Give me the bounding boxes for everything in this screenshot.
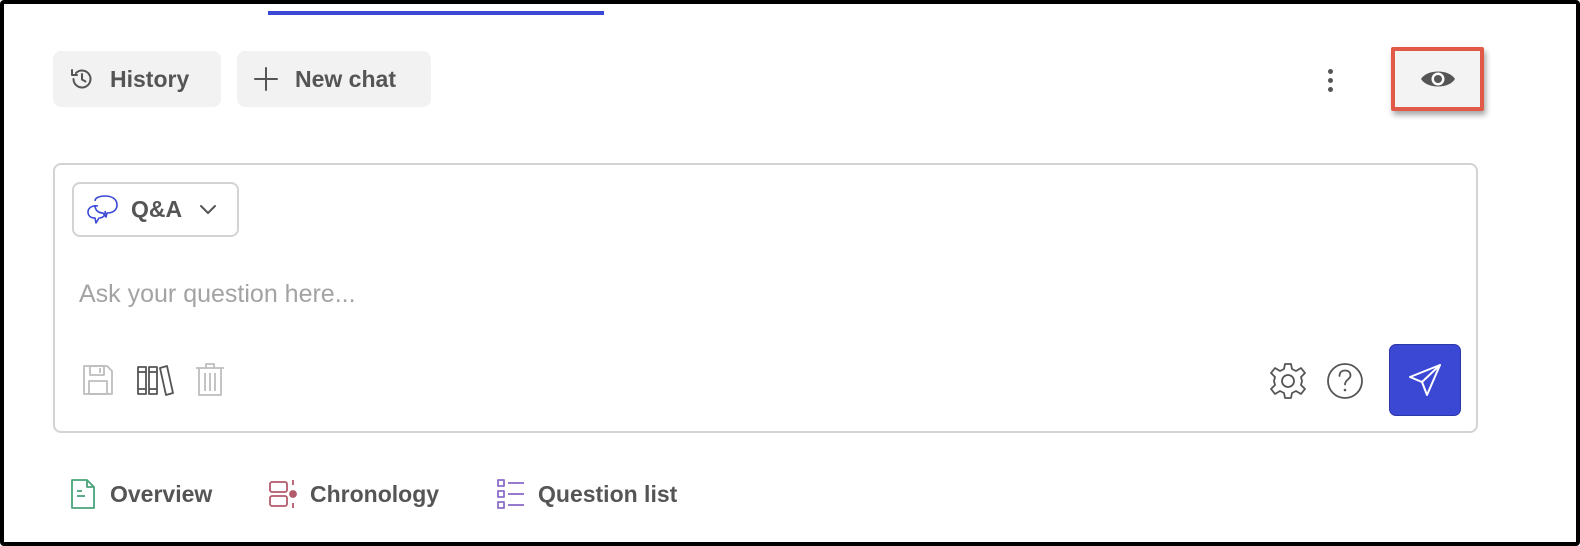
new-chat-button[interactable]: New chat xyxy=(237,51,431,107)
document-icon xyxy=(68,478,98,510)
tab-chronology-label: Chronology xyxy=(310,480,440,507)
save-icon[interactable] xyxy=(81,363,115,397)
preview-toggle-button[interactable] xyxy=(1391,47,1484,111)
chevron-down-icon xyxy=(198,200,218,220)
send-icon xyxy=(1408,363,1442,397)
question-input[interactable] xyxy=(79,275,1439,313)
new-chat-label: New chat xyxy=(295,65,396,92)
chat-bubbles-icon xyxy=(86,194,120,225)
history-button[interactable]: History xyxy=(53,51,221,107)
tab-overview[interactable]: Overview xyxy=(68,474,212,514)
timeline-icon xyxy=(268,478,298,510)
more-options-icon[interactable] xyxy=(1318,64,1342,96)
eye-icon xyxy=(1420,67,1456,91)
help-icon[interactable] xyxy=(1325,361,1365,401)
chat-composer: Q&A xyxy=(53,163,1478,433)
history-icon xyxy=(69,66,95,92)
checklist-icon xyxy=(496,478,526,510)
trash-icon[interactable] xyxy=(194,362,226,397)
send-button[interactable] xyxy=(1389,344,1461,416)
history-label: History xyxy=(110,65,190,92)
plus-icon xyxy=(253,66,279,92)
active-tab-indicator xyxy=(268,11,604,15)
tab-overview-label: Overview xyxy=(110,480,213,507)
settings-gear-icon[interactable] xyxy=(1268,361,1308,401)
tab-chronology[interactable]: Chronology xyxy=(268,474,439,514)
library-icon[interactable] xyxy=(136,363,174,397)
mode-select-value: Q&A xyxy=(131,196,183,222)
mode-select[interactable]: Q&A xyxy=(72,182,239,237)
tab-question-list[interactable]: Question list xyxy=(496,474,677,514)
tab-question-list-label: Question list xyxy=(538,480,678,507)
